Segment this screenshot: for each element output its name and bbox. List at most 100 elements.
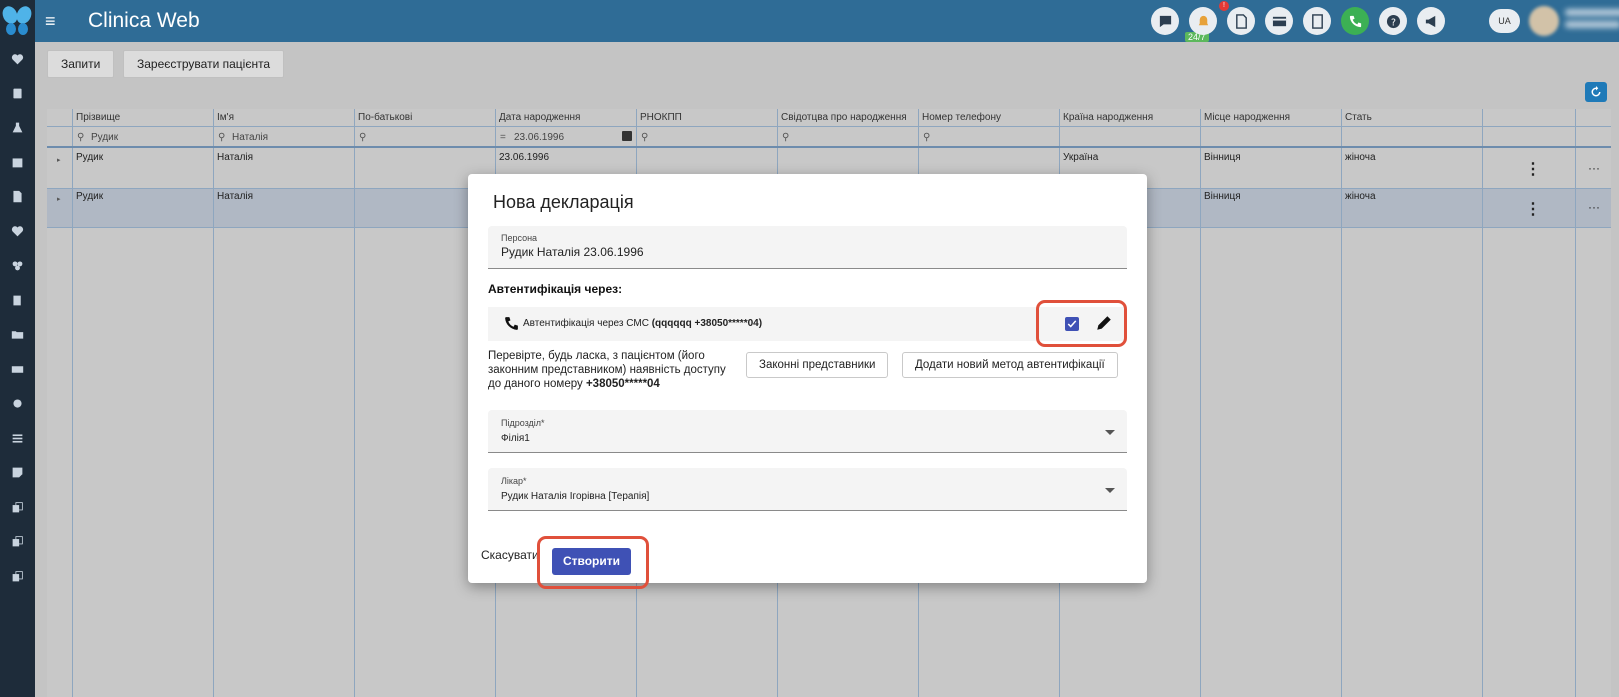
sidebar	[0, 0, 35, 697]
division-value: Філія1	[501, 433, 530, 444]
filter-patronymic[interactable]: ⚲	[355, 127, 496, 148]
list-icon[interactable]	[0, 428, 35, 448]
menu-icon[interactable]: ≡	[45, 10, 56, 32]
calendar-icon[interactable]	[0, 152, 35, 172]
top-bar: ≡ Clinica Web 24/7 ! ? UA	[35, 0, 1619, 42]
document-icon[interactable]	[0, 186, 35, 206]
book-icon[interactable]	[0, 290, 35, 310]
search-icon: ⚲	[359, 132, 367, 143]
auth-method-label: Автентифікація через СМС (qqqqqq +38050*…	[523, 318, 763, 329]
copy-icon[interactable]	[0, 497, 35, 517]
column-header[interactable]: Місце народження	[1201, 109, 1342, 127]
expand-row-icon[interactable]: ▸	[57, 156, 61, 164]
megaphone-icon[interactable]	[1417, 7, 1445, 35]
row-menu-icon[interactable]: ⋮	[1525, 202, 1541, 218]
column-header[interactable]: Прізвище	[73, 109, 214, 127]
filter-surname[interactable]: ⚲ Рудик	[73, 127, 214, 148]
filter-dob[interactable]: = 23.06.1996	[496, 127, 637, 148]
heart-icon[interactable]	[0, 49, 35, 69]
filter-name[interactable]: ⚲ Наталія	[214, 127, 355, 148]
pdf-icon[interactable]	[1227, 7, 1255, 35]
expand-row-icon[interactable]: ▸	[57, 195, 61, 203]
column-header[interactable]: Свідотцва про народження	[778, 109, 919, 127]
cancel-button[interactable]: Скасувати	[481, 548, 539, 562]
filter-birth-cert[interactable]: ⚲	[778, 127, 919, 148]
settings-icon[interactable]	[0, 393, 35, 413]
row-more-icon[interactable]: ···	[1588, 200, 1600, 214]
folder-icon[interactable]	[0, 324, 35, 344]
highlight-create-button	[537, 536, 649, 589]
table-cell[interactable]: Вінниця	[1201, 188, 1241, 202]
app-title: Clinica Web	[88, 9, 200, 32]
search-icon: ⚲	[218, 132, 226, 143]
search-icon: ⚲	[641, 132, 649, 143]
card-icon[interactable]	[1265, 7, 1293, 35]
search-icon: ⚲	[923, 132, 931, 143]
note-icon[interactable]	[0, 462, 35, 482]
column-header[interactable]: РНОКПП	[637, 109, 778, 127]
filter-cell-empty	[1060, 127, 1201, 148]
column-header[interactable]: Номер телефону	[919, 109, 1060, 127]
division-select[interactable]: Підрозділ* Філія1	[488, 410, 1127, 453]
group-icon[interactable]	[0, 255, 35, 275]
heartbeat-icon[interactable]	[0, 221, 35, 241]
contacts-icon[interactable]	[0, 83, 35, 103]
table-cell[interactable]: 23.06.1996	[496, 149, 549, 163]
chat-icon[interactable]	[1151, 7, 1179, 35]
person-label: Персона	[501, 233, 538, 243]
highlight-auth-actions	[1036, 300, 1127, 347]
filter-tax-id[interactable]: ⚲	[637, 127, 778, 148]
filter-phone[interactable]: ⚲	[919, 127, 1060, 148]
filter-cell-empty	[47, 127, 73, 148]
table-cell[interactable]: Рудик	[73, 149, 103, 163]
table-cell[interactable]: Україна	[1060, 149, 1098, 163]
lab-icon[interactable]	[0, 117, 35, 137]
person-value: Рудик Наталія 23.06.1996	[501, 245, 644, 259]
table-cell[interactable]: жіноча	[1342, 149, 1376, 163]
phone-icon[interactable]	[1341, 7, 1369, 35]
filter-cell-empty	[1201, 127, 1342, 148]
column-header[interactable]: Стать	[1342, 109, 1483, 127]
column-header[interactable]: Дата народження	[496, 109, 637, 127]
column-actions	[1483, 109, 1576, 697]
auth-method-row[interactable]: Автентифікація через СМС (qqqqqq +38050*…	[488, 307, 1127, 341]
table-cell[interactable]: Вінниця	[1201, 149, 1241, 163]
table-cell[interactable]: Наталія	[214, 188, 253, 202]
requests-button[interactable]: Запити	[47, 50, 115, 78]
avatar[interactable]	[1529, 6, 1559, 36]
chevron-down-icon	[1105, 488, 1115, 493]
table-cell[interactable]: жіноча	[1342, 188, 1376, 202]
column-header[interactable]: Ім'я	[214, 109, 355, 127]
column-header-empty	[1576, 109, 1611, 127]
help-icon[interactable]: ?	[1379, 7, 1407, 35]
notification-icon[interactable]	[1189, 7, 1217, 35]
svg-text:?: ?	[1391, 17, 1396, 28]
cash-icon[interactable]	[0, 359, 35, 379]
copy-icon[interactable]	[0, 566, 35, 586]
person-field[interactable]: Персона Рудик Наталія 23.06.1996	[488, 226, 1127, 269]
user-info-blurred[interactable]	[1565, 9, 1619, 33]
notification-badge: !	[1219, 1, 1229, 11]
calendar-icon[interactable]	[622, 131, 632, 141]
refresh-icon[interactable]	[1585, 82, 1607, 102]
operator-icon[interactable]: =	[500, 132, 514, 143]
legal-representatives-button[interactable]: Законні представники	[746, 352, 889, 378]
column-header[interactable]: Країна народження	[1060, 109, 1201, 127]
language-selector[interactable]: UA	[1489, 9, 1520, 33]
table-cell[interactable]: Рудик	[73, 188, 103, 202]
doctor-select[interactable]: Лікар* Рудик Наталія Ігорівна [Терапія]	[488, 468, 1127, 511]
auth-heading: Автентифікація через:	[488, 282, 623, 296]
new-declaration-dialog: Нова декларація Персона Рудик Наталія 23…	[468, 174, 1147, 583]
row-menu-icon[interactable]: ⋮	[1525, 162, 1541, 178]
calculator-icon[interactable]	[1303, 7, 1331, 35]
doctor-value: Рудик Наталія Ігорівна [Терапія]	[501, 491, 650, 502]
row-more-icon[interactable]: ···	[1588, 161, 1600, 175]
search-icon: ⚲	[77, 132, 85, 143]
logo-icon[interactable]	[0, 0, 35, 42]
table-cell[interactable]: Наталія	[214, 149, 253, 163]
column-header[interactable]: По-батькові	[355, 109, 496, 127]
register-patient-button[interactable]: Зареєструвати пацієнта	[123, 50, 285, 78]
add-auth-method-button[interactable]: Додати новий метод автентифікації	[902, 352, 1118, 378]
copy-icon[interactable]	[0, 531, 35, 551]
phone-icon	[505, 317, 518, 330]
